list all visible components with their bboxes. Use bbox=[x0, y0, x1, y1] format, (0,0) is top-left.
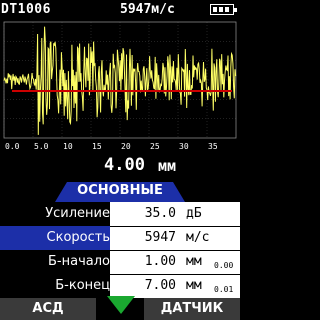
param-row-gate-start[interactable]: Б-начало 1.00 мм 0.00 bbox=[0, 250, 240, 274]
sound-speed-readout: 5947м/с bbox=[120, 2, 175, 17]
param-unit: мм bbox=[186, 278, 202, 293]
x-tick-label: 10 bbox=[63, 142, 73, 151]
param-label: Скорость bbox=[0, 226, 110, 250]
param-value-field[interactable]: 5947 м/с bbox=[112, 228, 228, 248]
x-tick-label: 0.0 bbox=[5, 142, 20, 151]
param-unit: дБ bbox=[186, 206, 202, 221]
param-value-field[interactable]: 1.00 мм bbox=[112, 252, 228, 272]
param-value: 1.00 bbox=[144, 254, 176, 269]
param-value-field[interactable]: 7.00 мм bbox=[112, 276, 228, 296]
parameter-panel: Усиление 35.0 дБ Скорость 5947 м/с Б-нач… bbox=[0, 202, 240, 298]
param-value: 7.00 bbox=[144, 278, 176, 293]
softkey-asd-button[interactable]: АСД bbox=[0, 298, 96, 320]
param-extra-value: 0.01 bbox=[214, 285, 234, 294]
tab-main-label: ОСНОВНЫЕ bbox=[77, 183, 163, 198]
battery-icon bbox=[210, 4, 237, 15]
thickness-readout: 4.00 мм bbox=[0, 155, 240, 181]
down-arrow-icon[interactable] bbox=[107, 296, 135, 314]
param-label: Б-начало bbox=[0, 250, 110, 274]
x-tick-label: 35 bbox=[208, 142, 218, 151]
param-value: 35.0 bbox=[144, 206, 176, 221]
thickness-unit: мм bbox=[158, 157, 177, 175]
param-row-gate-end[interactable]: Б-конец 7.00 мм 0.01 bbox=[0, 274, 240, 298]
thickness-value: 4.00 bbox=[104, 155, 145, 175]
param-label: Усиление bbox=[0, 202, 110, 226]
param-extra-value: 0.00 bbox=[214, 261, 234, 270]
param-unit: м/с bbox=[186, 230, 210, 245]
param-label: Б-конец bbox=[0, 274, 110, 298]
param-row-speed[interactable]: Скорость 5947 м/с bbox=[0, 226, 240, 250]
x-tick-label: 5.0 bbox=[34, 142, 49, 151]
x-tick-label: 30 bbox=[179, 142, 189, 151]
x-tick-label: 15 bbox=[92, 142, 102, 151]
param-unit: мм bbox=[186, 254, 202, 269]
status-bar: DT1006 5947м/с bbox=[0, 0, 240, 20]
param-value: 5947 bbox=[144, 230, 176, 245]
device-model: DT1006 bbox=[1, 2, 51, 17]
x-tick-label: 20 bbox=[121, 142, 131, 151]
softkey-sensor-button[interactable]: ДАТЧИК bbox=[144, 298, 240, 320]
a-scan-display[interactable]: 0.0 5.0 10 15 20 25 30 35 bbox=[0, 20, 240, 152]
param-value-field[interactable]: 35.0 дБ bbox=[112, 204, 228, 224]
param-row-gain[interactable]: Усиление 35.0 дБ bbox=[0, 202, 240, 226]
x-tick-label: 25 bbox=[150, 142, 160, 151]
